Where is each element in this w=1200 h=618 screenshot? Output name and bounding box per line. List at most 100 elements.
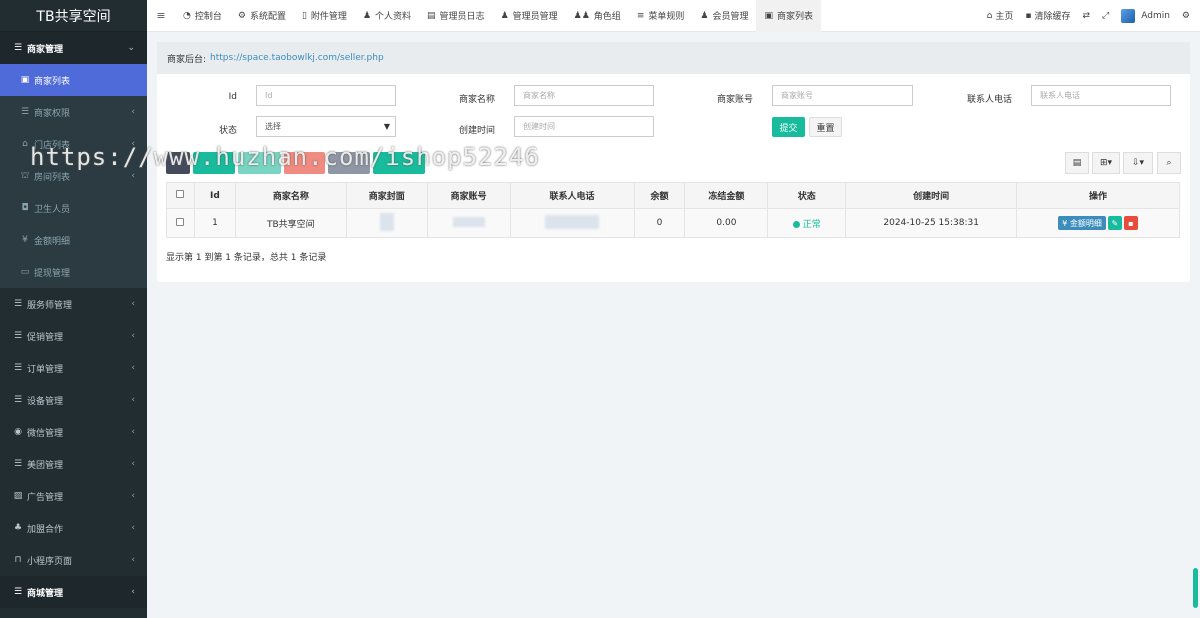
sidebar-item[interactable]: ☰ 促销管理 ‹: [0, 320, 147, 352]
sidebar-item-label: 商家管理: [27, 44, 64, 55]
sidebar-item[interactable]: ⊓ 小程序页面 ‹: [0, 544, 147, 576]
more-button[interactable]: [328, 152, 370, 174]
select-all-checkbox[interactable]: [176, 190, 185, 198]
id-input[interactable]: Id: [256, 85, 396, 106]
col-header[interactable]: 商家名称: [234, 182, 347, 209]
delete-button[interactable]: [284, 152, 325, 174]
bars-icon: ≡: [636, 10, 645, 21]
image-icon: ▨: [13, 491, 23, 501]
col-header[interactable]: 操作: [1016, 182, 1180, 209]
col-header[interactable]: 联系人电话: [509, 182, 635, 209]
sidebar-item[interactable]: ¥ 金额明细: [0, 224, 147, 256]
name-input[interactable]: 商家名称: [514, 85, 654, 106]
toggle-view-icon[interactable]: ▤: [1065, 152, 1089, 174]
reset-button[interactable]: 重置: [809, 117, 842, 137]
money-detail-button[interactable]: ¥ 金额明细: [1058, 216, 1106, 230]
tab-label: 会员管理: [712, 12, 749, 22]
gears-icon[interactable]: ⚙: [1176, 0, 1200, 32]
sidebar-item-label: 设备管理: [27, 396, 64, 407]
col-header[interactable]: 商家账号: [426, 182, 511, 209]
submit-button[interactable]: 提交: [772, 117, 805, 137]
clear-cache-button[interactable]: ▪ 清除缓存: [1019, 0, 1076, 32]
fullscreen-icon[interactable]: ⤢: [1096, 0, 1115, 32]
cell-status: 正常: [767, 208, 847, 238]
col-header[interactable]: 商家封面: [345, 182, 428, 209]
cell-cover: [345, 208, 428, 238]
table-row[interactable]: 1 TB共享空间 0 0.00 正常 2024-10-25 15:38:31 ¥…: [166, 208, 1180, 238]
sidebar-item[interactable]: ☰ 订单管理 ‹: [0, 352, 147, 384]
sidebar-item-label: 加盟合作: [27, 524, 64, 535]
select-all-checkbox-cell[interactable]: [166, 182, 195, 209]
home-link[interactable]: ⌂ 主页: [981, 0, 1020, 32]
sidebar-item[interactable]: ▣ 商家列表: [0, 64, 147, 96]
pencil-icon[interactable]: ✎: [1107, 216, 1122, 230]
account-input[interactable]: 商家账号: [772, 85, 913, 106]
sidebar-item[interactable]: ◘ 卫生人员: [0, 192, 147, 224]
chevron-left-icon: ‹: [131, 107, 135, 117]
sidebar-item[interactable]: ☰ 商家管理 ⌄: [0, 32, 147, 64]
export-icon[interactable]: ⇩▾: [1123, 152, 1153, 174]
yen-icon: ¥: [22, 235, 28, 245]
tab[interactable]: ≡ 菜单规则: [629, 0, 693, 32]
name-label: 商家名称: [458, 95, 495, 105]
search-icon[interactable]: ⌕: [1157, 152, 1181, 174]
tab[interactable]: ◔ 控制台: [175, 0, 230, 32]
sidebar-item-label: 金额明细: [34, 236, 71, 247]
seller-url-link[interactable]: https://space.taobowlkj.com/seller.php: [210, 53, 384, 63]
columns-icon[interactable]: ⊞▾: [1092, 152, 1120, 174]
sidebar-item-label: 服务师管理: [27, 300, 73, 311]
tab[interactable]: ▤ 管理员日志: [419, 0, 493, 32]
list-icon: ☰: [13, 395, 23, 405]
col-header[interactable]: 冻结金额: [684, 182, 769, 209]
user-menu[interactable]: Admin: [1115, 0, 1176, 32]
menu-toggle-icon[interactable]: ≡: [147, 9, 175, 22]
tab[interactable]: ♟ 管理员管理: [493, 0, 566, 32]
row-checkbox-cell[interactable]: [166, 208, 195, 238]
col-header[interactable]: 状态: [767, 182, 847, 209]
phone-input[interactable]: 联系人电话: [1031, 85, 1171, 106]
cover-image[interactable]: [379, 212, 394, 231]
row-checkbox[interactable]: [176, 217, 185, 226]
col-header[interactable]: Id: [193, 182, 236, 209]
status-select[interactable]: 选择 ▼: [256, 116, 396, 137]
sidebar-item[interactable]: ⛫ 房间列表 ‹: [0, 160, 147, 192]
tab[interactable]: ⚙ 系统配置: [230, 0, 294, 32]
user-name: Admin: [1141, 10, 1170, 21]
sidebar-item[interactable]: ☰ 服务师管理 ‹: [0, 288, 147, 320]
user-icon: ♟: [700, 10, 709, 21]
tab[interactable]: ♟ 会员管理: [692, 0, 756, 32]
add-button[interactable]: [193, 152, 235, 174]
language-icon[interactable]: ⇄: [1076, 0, 1096, 32]
sidebar-item[interactable]: ☰ 商城管理 ‹: [0, 576, 147, 608]
scrollbar-thumb[interactable]: [1193, 568, 1198, 608]
sidebar-item[interactable]: ♣ 加盟合作 ‹: [0, 512, 147, 544]
edit-button[interactable]: [238, 152, 281, 174]
sidebar-item[interactable]: ☰ 美团管理 ‹: [0, 448, 147, 480]
list-alt-icon: ▤: [427, 10, 436, 21]
tab-bar: ◔ 控制台 ⚙ 系统配置 ▯ 附件管理 ♟ 个人资料 ▤ 管理员日志 ♟ 管理员管理 ♟♟ 角色组 ≡ 菜单规…: [175, 0, 821, 32]
status-dot-icon: [792, 220, 800, 228]
tab-label: 控制台: [194, 12, 222, 22]
store-icon: ⌂: [22, 139, 28, 149]
chevron-left-icon: ‹: [131, 139, 135, 149]
sidebar-item[interactable]: ◉ 微信管理 ‹: [0, 416, 147, 448]
col-header[interactable]: 余额: [633, 182, 686, 209]
tab[interactable]: ▣ 商家列表: [756, 0, 821, 32]
sidebar-item[interactable]: ▨ 广告管理 ‹: [0, 480, 147, 512]
tab[interactable]: ▯ 附件管理: [294, 0, 355, 32]
app-logo[interactable]: TB共享空间: [0, 0, 147, 32]
sidebar-item-label: 订单管理: [27, 364, 64, 375]
col-header[interactable]: 创建时间: [845, 182, 1018, 209]
sidebar-item[interactable]: ⌂ 门店列表 ‹: [0, 128, 147, 160]
tab[interactable]: ♟ 个人资料: [355, 0, 419, 32]
created-input[interactable]: 创建时间: [514, 116, 654, 137]
sidebar-item[interactable]: ☰ 商家权限 ‹: [0, 96, 147, 128]
sidebar-item[interactable]: ▭ 提现管理: [0, 256, 147, 288]
import-button[interactable]: [373, 152, 425, 174]
sidebar-item[interactable]: ☰ 设备管理 ‹: [0, 384, 147, 416]
refresh-button[interactable]: [166, 152, 190, 174]
trash-icon[interactable]: ▪: [1123, 216, 1138, 230]
chevron-left-icon: ‹: [131, 459, 135, 469]
tab[interactable]: ♟♟ 角色组: [566, 0, 629, 32]
avatar: [1121, 8, 1136, 23]
